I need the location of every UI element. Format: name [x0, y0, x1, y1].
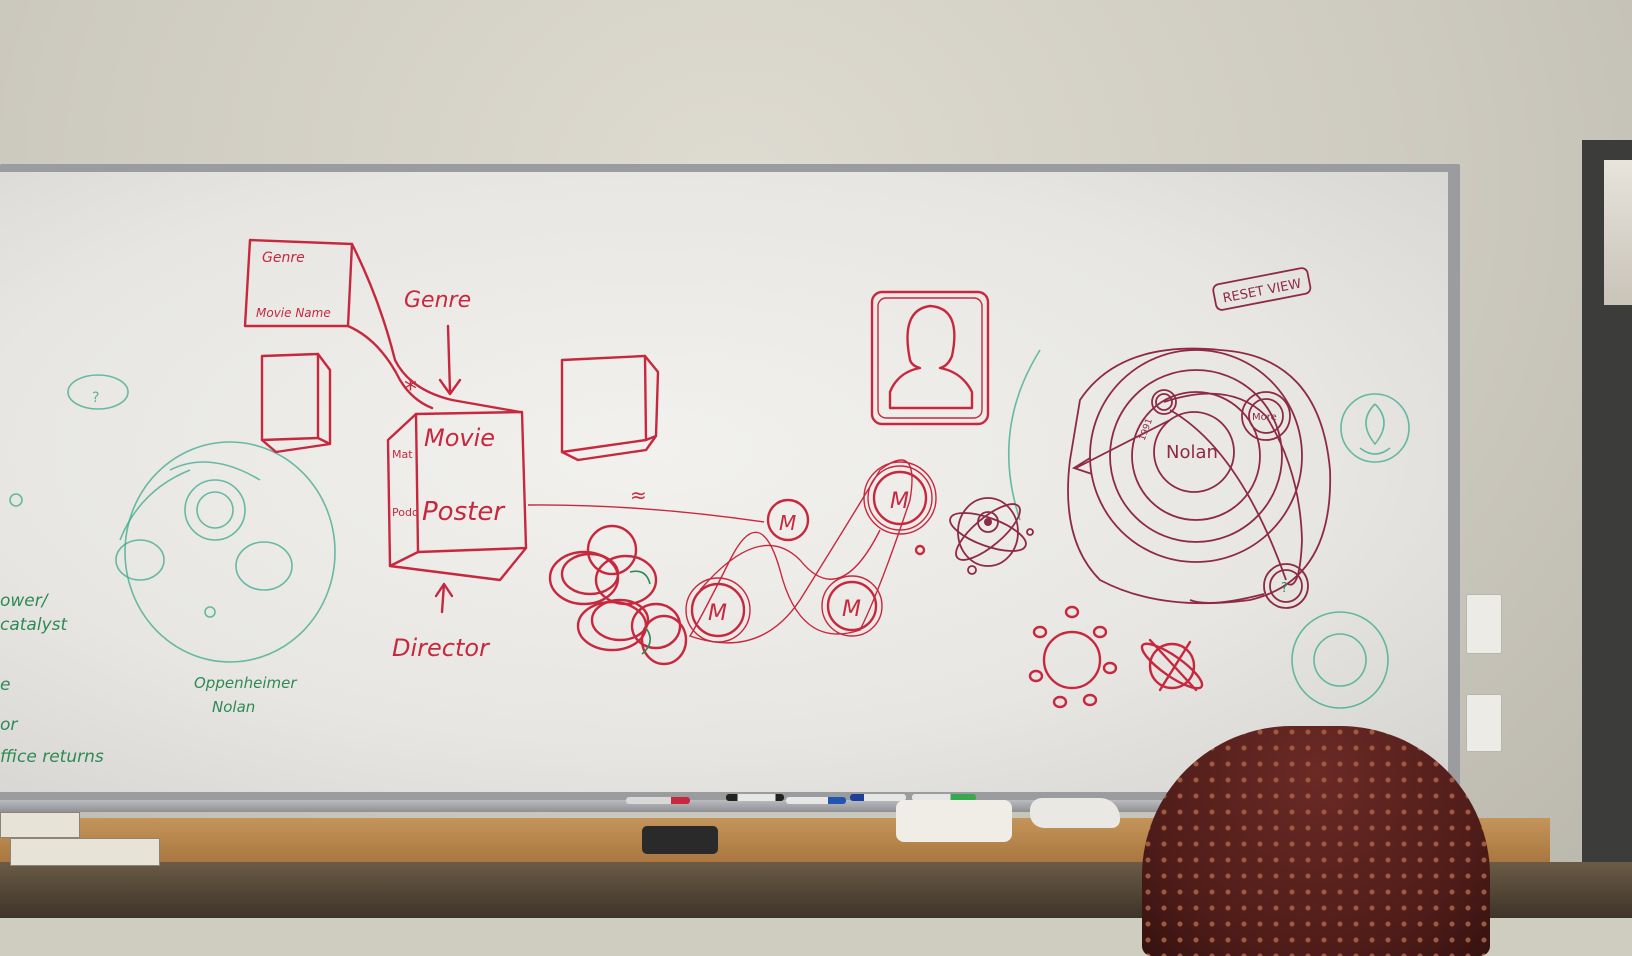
blue-marker[interactable]	[786, 797, 846, 804]
nolan-orbit-diagram: Nolan 1991 More ?	[1067, 347, 1332, 609]
m-node-network: M M M M	[685, 459, 937, 644]
poster-side-bottom: Podo	[392, 506, 419, 519]
person-portrait	[870, 290, 990, 426]
genre-annotation: Genre *	[404, 288, 471, 405]
box-genre-text: Genre	[262, 250, 305, 266]
nolan-label: Nolan	[1166, 442, 1218, 463]
box-movie-name-text: Movie Name	[256, 306, 331, 320]
note-line-5: ffice returns	[0, 747, 104, 767]
approx-mark: ≈	[630, 483, 647, 507]
poster-side-top: Mat	[392, 448, 413, 461]
cube-left	[260, 352, 332, 454]
blue-marker-2[interactable]	[850, 794, 906, 801]
whiteboard-eraser[interactable]	[642, 826, 718, 854]
ring-of-dots	[1028, 605, 1118, 709]
movie-poster-box: Movie Poster Mat Podo Director	[386, 410, 528, 662]
left-notes: ower/ catalyst e or ffice returns	[0, 493, 104, 767]
movie-card-detail: Genre Movie Name	[243, 238, 522, 414]
book-stack-top	[0, 812, 80, 838]
reset-view-sketch: RESET VIEW	[1212, 267, 1312, 311]
green-caption-line-1: Oppenheimer	[194, 674, 297, 692]
note-line-2: catalyst	[0, 615, 68, 635]
m-node-2-label: M	[779, 511, 796, 535]
atom-doodle	[949, 497, 1034, 575]
question-node-label: ?	[1281, 581, 1288, 596]
red-marker[interactable]	[626, 797, 690, 804]
note-line-1: ower/	[0, 591, 50, 611]
cube-middle	[560, 354, 660, 462]
planet-doodle	[1140, 638, 1204, 692]
m-node-1-label: M	[708, 601, 727, 626]
asterisk-mark: *	[404, 375, 417, 405]
scribble-loops	[548, 524, 688, 666]
tissue	[1030, 798, 1120, 828]
m-node-4-label: M	[890, 489, 909, 514]
genre-label: Genre	[404, 288, 471, 313]
m-node-3-label: M	[842, 597, 861, 622]
black-marker[interactable]	[726, 794, 784, 801]
poster-poster-text: Poster	[422, 497, 506, 527]
green-caption-line-2: Nolan	[212, 698, 255, 716]
director-label: Director	[392, 634, 491, 662]
book-stack-bottom	[10, 838, 160, 866]
faded-teal-sketch: ? Oppenheimer Nolan	[67, 349, 1410, 716]
note-line-4: or	[0, 715, 18, 735]
note-line-3: e	[0, 675, 10, 695]
poster-movie-text: Movie	[424, 424, 495, 452]
left-question-mark: ?	[92, 390, 99, 406]
cleaning-cloth	[896, 800, 1012, 842]
